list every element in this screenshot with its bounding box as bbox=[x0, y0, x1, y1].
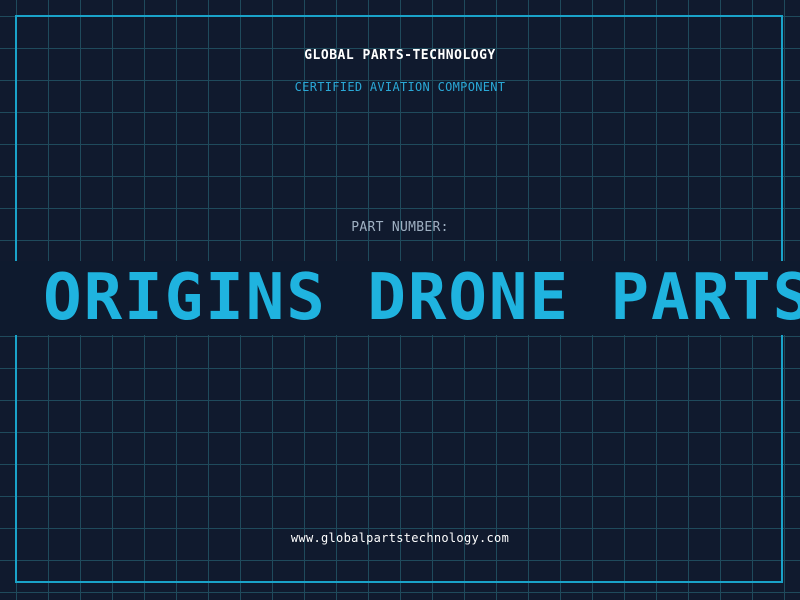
part-number-label: PART NUMBER: bbox=[351, 220, 449, 235]
website-url: www.globalpartstechnology.com bbox=[290, 531, 510, 545]
part-number-ticker: 3 ORIGINS DRONE PARTS bbox=[0, 261, 800, 335]
brand-tagline: CERTIFIED AVIATION COMPONENT bbox=[294, 80, 506, 94]
part-number-value: 3 ORIGINS DRONE PARTS bbox=[0, 261, 800, 335]
brand-name: GLOBAL PARTS-TECHNOLOGY bbox=[304, 48, 496, 63]
